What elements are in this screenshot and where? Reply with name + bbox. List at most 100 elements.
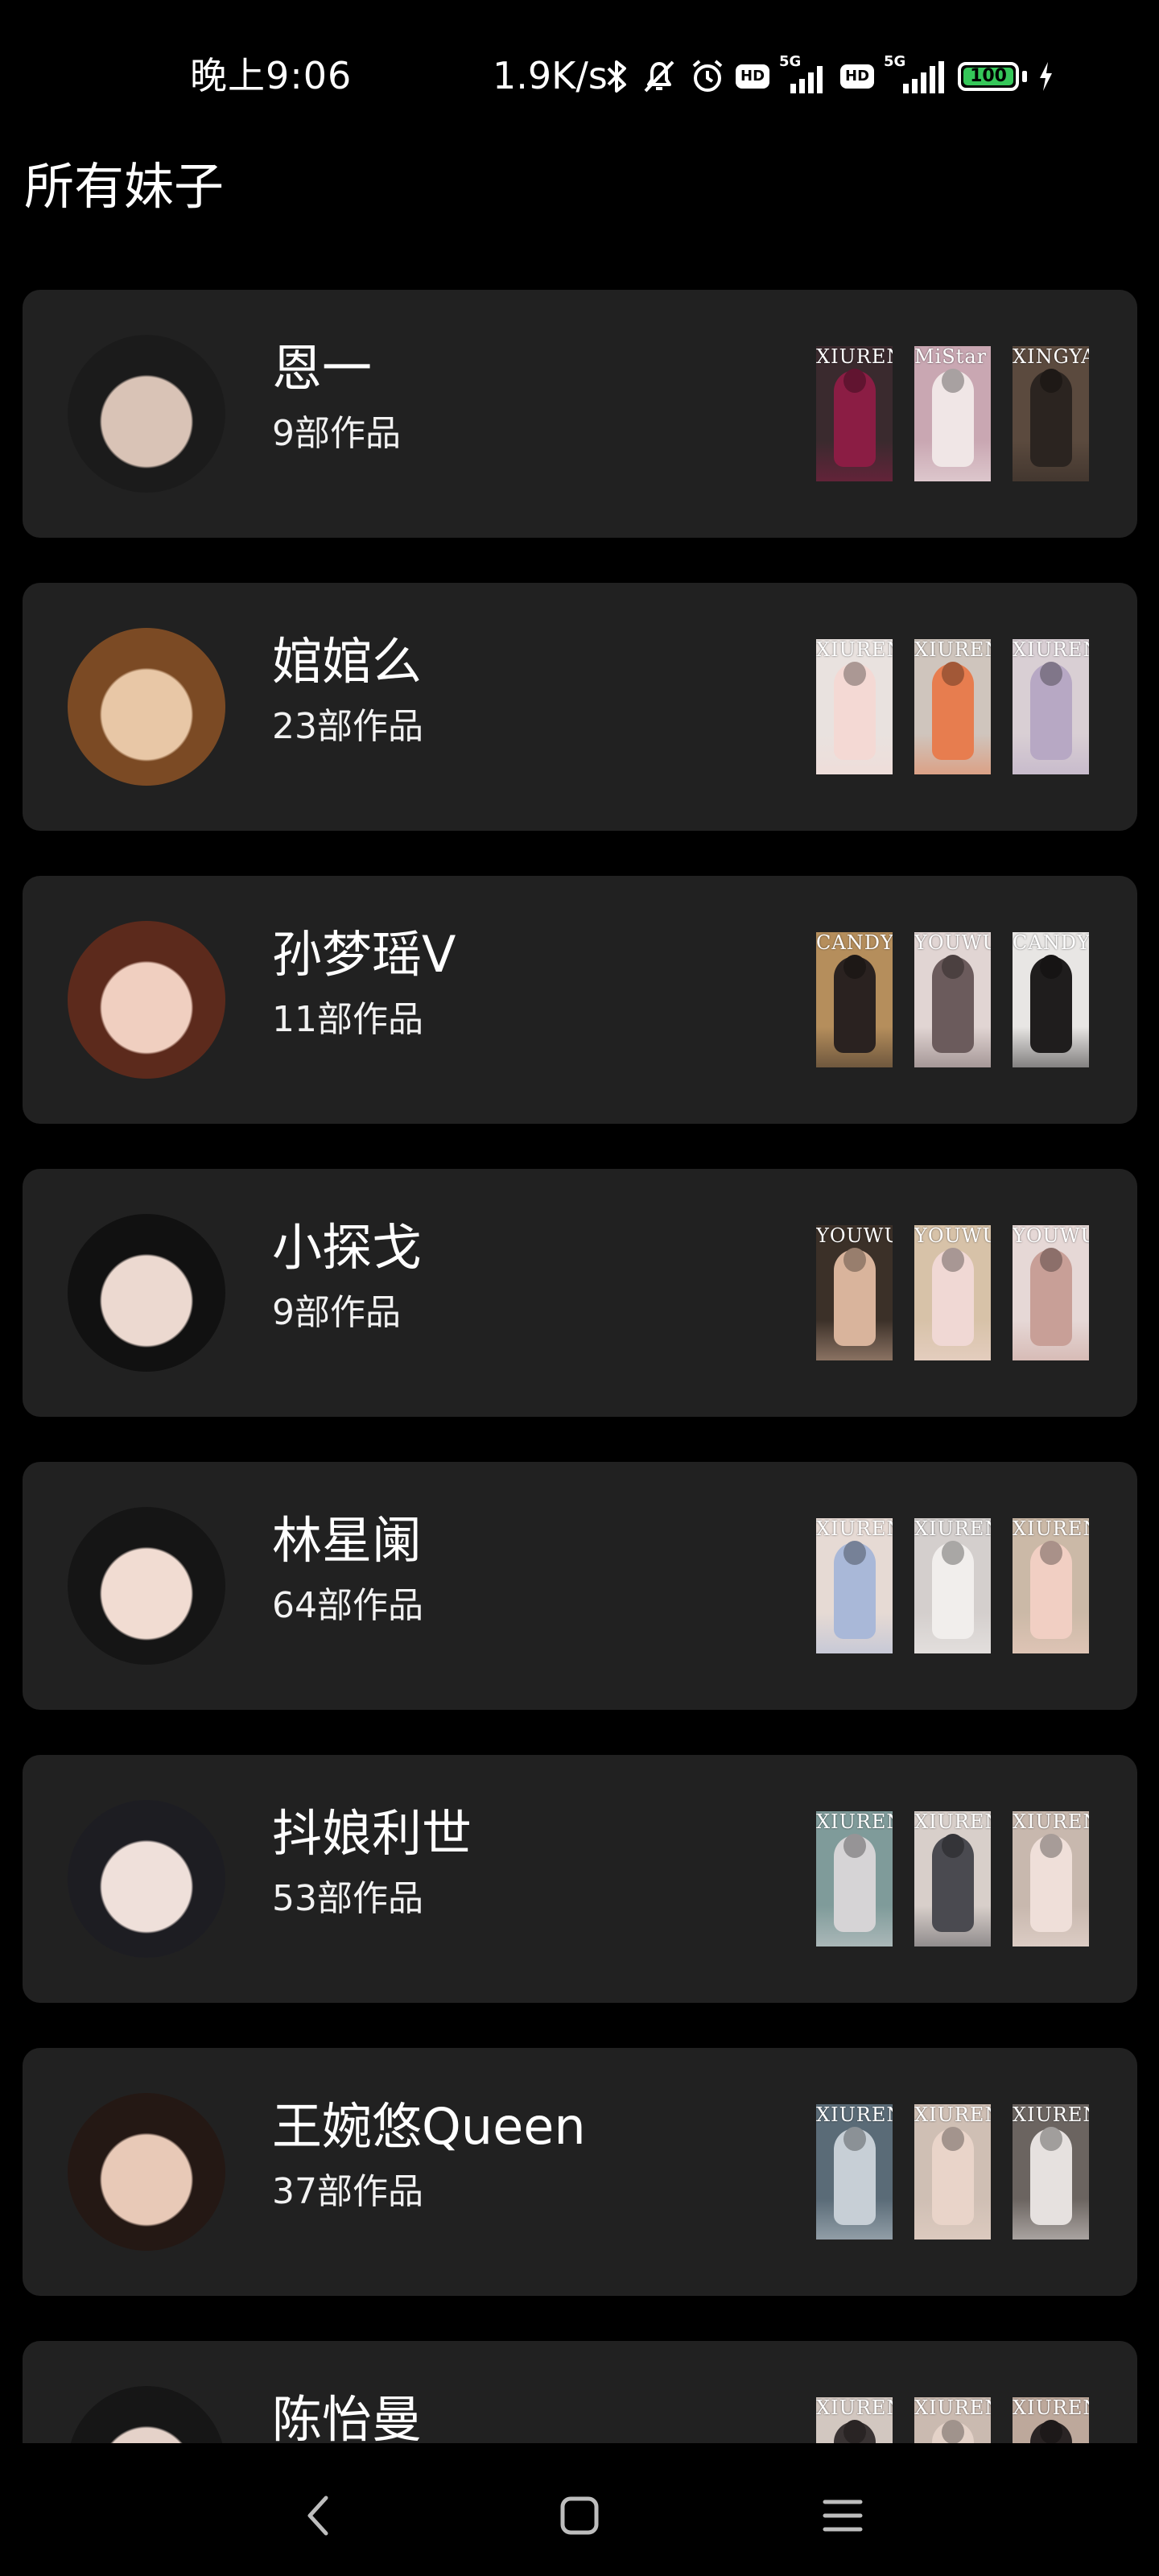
avatar: [68, 628, 225, 786]
cover-thumbnail[interactable]: XIUREN: [816, 639, 893, 774]
cover-figure: [834, 1249, 876, 1346]
cover-figure: [834, 663, 876, 760]
cover-thumbnails: XIUREN XIUREN XIUREN: [816, 639, 1089, 774]
model-card[interactable]: 恩一 9部作品 XIUREN MiStar XINGYAN: [23, 290, 1137, 538]
work-count: 9部作品: [272, 1292, 401, 1333]
cover-brand: XIUREN: [914, 639, 991, 660]
model-card[interactable]: 孙梦瑶V 11部作品 CANDY YOUWU CANDY: [23, 876, 1137, 1124]
cover-figure: [932, 1249, 974, 1346]
model-name: 恩一: [272, 339, 373, 398]
cover-brand: XIUREN: [914, 2104, 991, 2125]
work-count: 9部作品: [272, 413, 401, 454]
menu-icon[interactable]: [815, 2487, 871, 2544]
cover-thumbnail[interactable]: YOUWU: [914, 1225, 991, 1360]
hd-badge-2: HD: [840, 64, 875, 89]
cover-figure: [834, 1542, 876, 1639]
cover-figure: [1030, 2128, 1072, 2225]
cover-brand: XIUREN: [816, 2104, 893, 2125]
avatar: [68, 1800, 225, 1958]
cover-thumbnails: XIUREN XIUREN XIUREN: [816, 1518, 1089, 1653]
cover-figure: [932, 1542, 974, 1639]
cover-thumbnail[interactable]: XIUREN: [816, 1518, 893, 1653]
model-name: 抖娘利世: [272, 1804, 472, 1863]
work-count: 23部作品: [272, 706, 423, 747]
cover-figure: [932, 2128, 974, 2225]
cover-thumbnail[interactable]: XIUREN: [914, 1518, 991, 1653]
status-bar: 晚上9:06 1.9K/s HD 5G HD 5G 100: [0, 0, 1159, 153]
model-card[interactable]: 婠婠么 23部作品 XIUREN XIUREN XIUREN: [23, 583, 1137, 831]
cover-brand: XIUREN: [1013, 2104, 1089, 2125]
signal-icon-1: 5G: [779, 53, 831, 95]
cover-figure: [834, 956, 876, 1053]
cover-thumbnails: YOUWU YOUWU YOUWU: [816, 1225, 1089, 1360]
cover-brand: YOUWU: [914, 1225, 991, 1246]
cover-figure: [834, 370, 876, 467]
avatar: [68, 921, 225, 1079]
cover-figure: [834, 2128, 876, 2225]
cover-brand: YOUWU: [1013, 1225, 1089, 1246]
cover-thumbnail[interactable]: XIUREN: [816, 1811, 893, 1946]
cover-brand: XIUREN: [816, 1518, 893, 1539]
model-name: 婠婠么: [272, 632, 423, 691]
cover-thumbnail[interactable]: XINGYAN: [1013, 346, 1089, 481]
model-name: 小探戈: [272, 1218, 423, 1277]
cover-brand: MiStar: [914, 346, 988, 367]
status-icons: HD 5G HD 5G 100: [605, 53, 1054, 97]
cover-brand: YOUWU: [914, 932, 991, 953]
work-count: 53部作品: [272, 1878, 423, 1919]
cover-brand: XIUREN: [816, 2397, 893, 2418]
cover-brand: CANDY: [1013, 932, 1089, 953]
cover-thumbnail[interactable]: YOUWU: [816, 1225, 893, 1360]
work-count: 11部作品: [272, 999, 423, 1040]
model-card[interactable]: 抖娘利世 53部作品 XIUREN XIUREN XIUREN: [23, 1755, 1137, 2003]
cover-thumbnail[interactable]: CANDY: [816, 932, 893, 1067]
cover-thumbnail[interactable]: XIUREN: [914, 2104, 991, 2240]
cover-thumbnail[interactable]: MiStar: [914, 346, 991, 481]
cover-brand: XIUREN: [1013, 639, 1089, 660]
cover-thumbnail[interactable]: XIUREN: [1013, 1811, 1089, 1946]
cover-figure: [1030, 663, 1072, 760]
bluetooth-icon: [605, 59, 629, 94]
signal-icon-2: 5G: [884, 53, 948, 95]
cover-thumbnail[interactable]: XIUREN: [914, 639, 991, 774]
cover-brand: XIUREN: [1013, 2397, 1089, 2418]
home-icon[interactable]: [551, 2487, 608, 2544]
cover-thumbnail[interactable]: XIUREN: [1013, 2104, 1089, 2240]
hd-badge-1: HD: [736, 64, 770, 89]
back-icon[interactable]: [290, 2487, 346, 2544]
cover-figure: [1030, 956, 1072, 1053]
page-title: 所有妹子: [24, 157, 225, 216]
avatar: [68, 2093, 225, 2251]
cover-brand: XIUREN: [816, 639, 893, 660]
navigation-bar: [0, 2443, 1159, 2576]
cover-brand: XIUREN: [1013, 1811, 1089, 1832]
cover-figure: [834, 1835, 876, 1932]
mute-bell-icon: [639, 59, 679, 94]
cover-figure: [932, 1835, 974, 1932]
cover-thumbnail[interactable]: XIUREN: [816, 346, 893, 481]
cover-thumbnail[interactable]: XIUREN: [1013, 1518, 1089, 1653]
cover-thumbnail[interactable]: XIUREN: [1013, 639, 1089, 774]
model-card[interactable]: 王婉悠Queen 37部作品 XIUREN XIUREN XIUREN: [23, 2048, 1137, 2296]
cover-thumbnail[interactable]: YOUWU: [914, 932, 991, 1067]
cover-brand: XIUREN: [914, 2397, 991, 2418]
cover-thumbnail[interactable]: CANDY: [1013, 932, 1089, 1067]
cover-figure: [1030, 1835, 1072, 1932]
model-card[interactable]: 小探戈 9部作品 YOUWU YOUWU YOUWU: [23, 1169, 1137, 1417]
cover-brand: XIUREN: [816, 1811, 893, 1832]
cover-brand: XIUREN: [1013, 1518, 1089, 1539]
cover-brand: XIUREN: [816, 346, 893, 367]
cover-figure: [932, 956, 974, 1053]
cover-thumbnails: XIUREN XIUREN XIUREN: [816, 1811, 1089, 1946]
cover-thumbnail[interactable]: XIUREN: [914, 1811, 991, 1946]
model-name: 王婉悠Queen: [272, 2097, 586, 2156]
battery-cap: [1022, 71, 1028, 82]
cover-figure: [932, 370, 974, 467]
cover-thumbnail[interactable]: XIUREN: [816, 2104, 893, 2240]
model-list: 恩一9部作品XIURENMiStarXINGYAN婠婠么23部作品XIURENX…: [23, 290, 1137, 2576]
charging-icon: [1037, 60, 1054, 93]
cover-thumbnails: CANDY YOUWU CANDY: [816, 932, 1089, 1067]
model-card[interactable]: 林星阑 64部作品 XIUREN XIUREN XIUREN: [23, 1462, 1137, 1710]
cover-thumbnail[interactable]: YOUWU: [1013, 1225, 1089, 1360]
model-name: 陈怡曼: [272, 2390, 423, 2449]
